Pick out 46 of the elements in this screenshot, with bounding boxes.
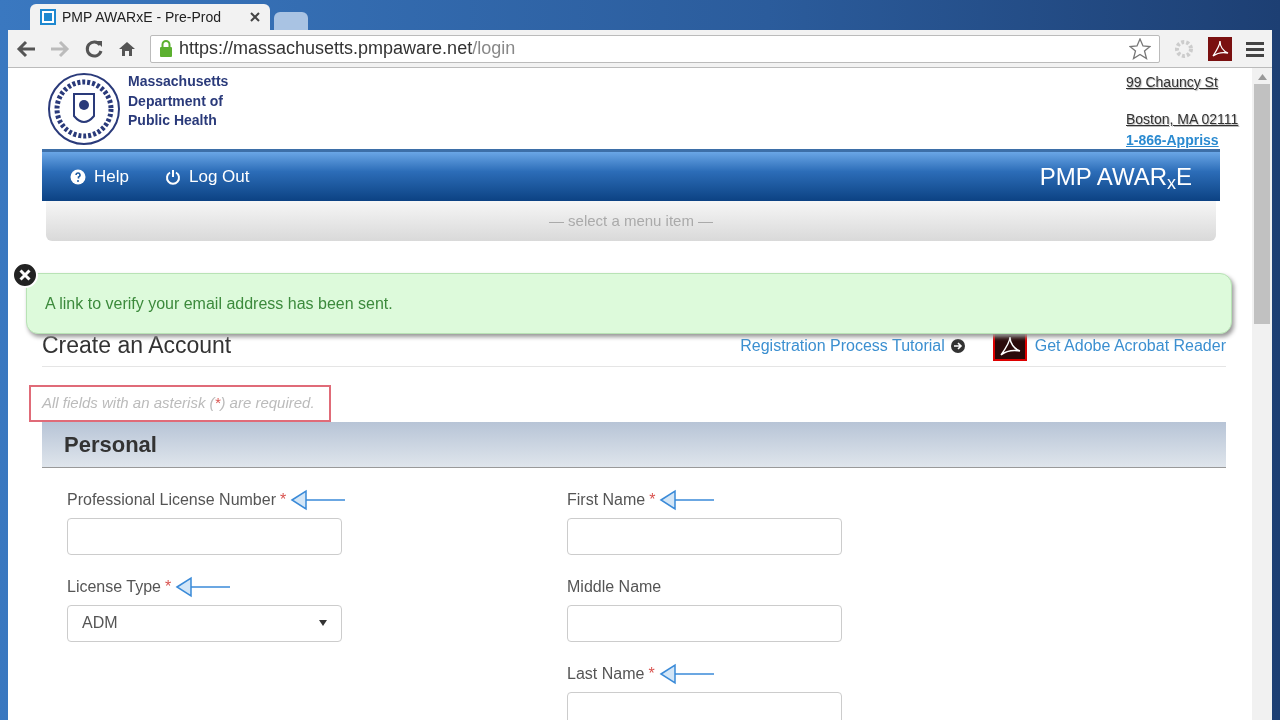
pointer-arrow: [659, 488, 716, 511]
phone-link[interactable]: 1-866-Appriss: [1126, 130, 1252, 151]
reload-icon[interactable]: [84, 38, 104, 59]
field-label: First Name *: [567, 489, 656, 510]
address-line: Boston, MA 02111: [1126, 110, 1240, 129]
browser-tab[interactable]: [274, 12, 308, 30]
home-icon[interactable]: [118, 39, 136, 58]
arrow-circle-icon: [950, 338, 965, 353]
section-heading: Create an Account: [42, 331, 232, 361]
field-label: License Type *: [67, 576, 172, 597]
address-bar[interactable]: https://massachusetts.pmpaware.net/login: [150, 34, 1160, 63]
success-message: A link to verify your email address has been sent.: [26, 273, 1232, 334]
tutorial-link[interactable]: Registration Process Tutorial: [740, 333, 945, 358]
pointer-arrow: [658, 662, 715, 685]
input-field[interactable]: [67, 517, 342, 555]
organization-name: Massachusetts Department of Public Health: [128, 72, 229, 130]
help-icon: [70, 168, 86, 185]
caret-icon: [319, 620, 327, 626]
required-fields-note: All fields with an asterisk (*) are required.: [29, 385, 331, 422]
star-icon[interactable]: [1129, 37, 1151, 60]
menu-icon[interactable]: [1246, 40, 1264, 57]
scrollbar-thumb[interactable]: [1254, 84, 1270, 324]
address-line: 99 Chauncy St: [1126, 73, 1219, 92]
pointer-arrow: [175, 575, 232, 598]
field-label: Middle Name: [567, 576, 662, 597]
pdf-extension-icon[interactable]: [1208, 36, 1232, 61]
back-icon[interactable]: [16, 39, 36, 58]
section-header: Personal: [42, 421, 1226, 468]
scroll-up-icon[interactable]: [1257, 74, 1267, 80]
close-icon[interactable]: [250, 12, 260, 22]
input-field[interactable]: [567, 604, 842, 642]
power-icon: [164, 168, 181, 185]
field-label: Last Name *: [567, 663, 655, 684]
lock-icon: [159, 39, 173, 58]
pointer-arrow: [290, 488, 347, 511]
field-label: Professional License Number *: [67, 489, 287, 510]
license-type-select[interactable]: ADM: [67, 604, 342, 642]
forward-icon[interactable]: [50, 39, 70, 58]
browser-tab[interactable]: PMP AWARxE - Pre-Prod: [30, 4, 270, 30]
input-field[interactable]: [567, 517, 842, 555]
input-field[interactable]: [567, 691, 842, 720]
nav-link[interactable]: Help: [70, 163, 129, 190]
acrobat-link[interactable]: Get Adobe Acrobat Reader: [1034, 333, 1226, 358]
nav-link[interactable]: Log Out: [164, 163, 250, 190]
brand-title: PMP AWAR$_{x}$E: [1039, 161, 1192, 195]
favicon-icon: [40, 9, 56, 25]
